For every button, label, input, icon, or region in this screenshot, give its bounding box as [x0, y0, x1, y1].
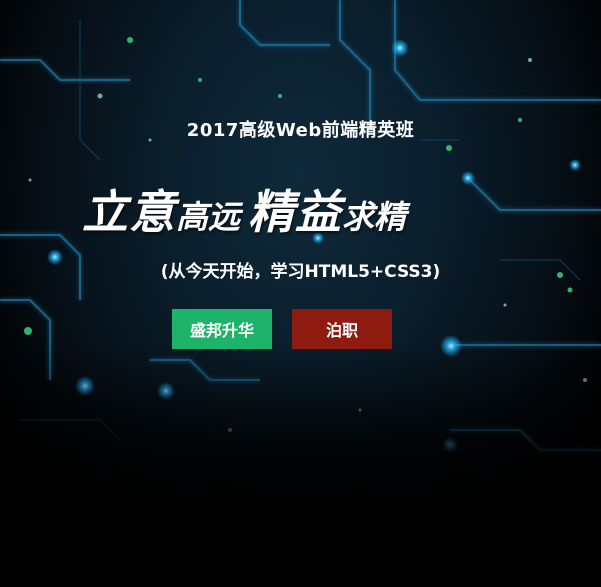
primary-button[interactable]: 盛邦升华 — [172, 309, 272, 349]
course-subtitle: 2017高级Web前端精英班 — [186, 120, 415, 141]
headline-part-3: 精益 — [248, 185, 343, 239]
hero-banner: 2017高级Web前端精英班 立意 高远 精益 求精 (从今天开始，学习HTML… — [0, 0, 601, 587]
secondary-button[interactable]: 泊职 — [292, 309, 392, 349]
tagline: (从今天开始，学习HTML5+CSS3) — [160, 262, 441, 282]
banner-content: 2017高级Web前端精英班 立意 高远 精益 求精 (从今天开始，学习HTML… — [0, 0, 601, 587]
headline-part-1: 立意 — [82, 185, 176, 239]
headline-part-2: 高远 — [176, 198, 241, 236]
headline-part-4: 求精 — [342, 198, 407, 236]
headline-slogan: 立意 高远 精益 求精 — [82, 166, 406, 238]
